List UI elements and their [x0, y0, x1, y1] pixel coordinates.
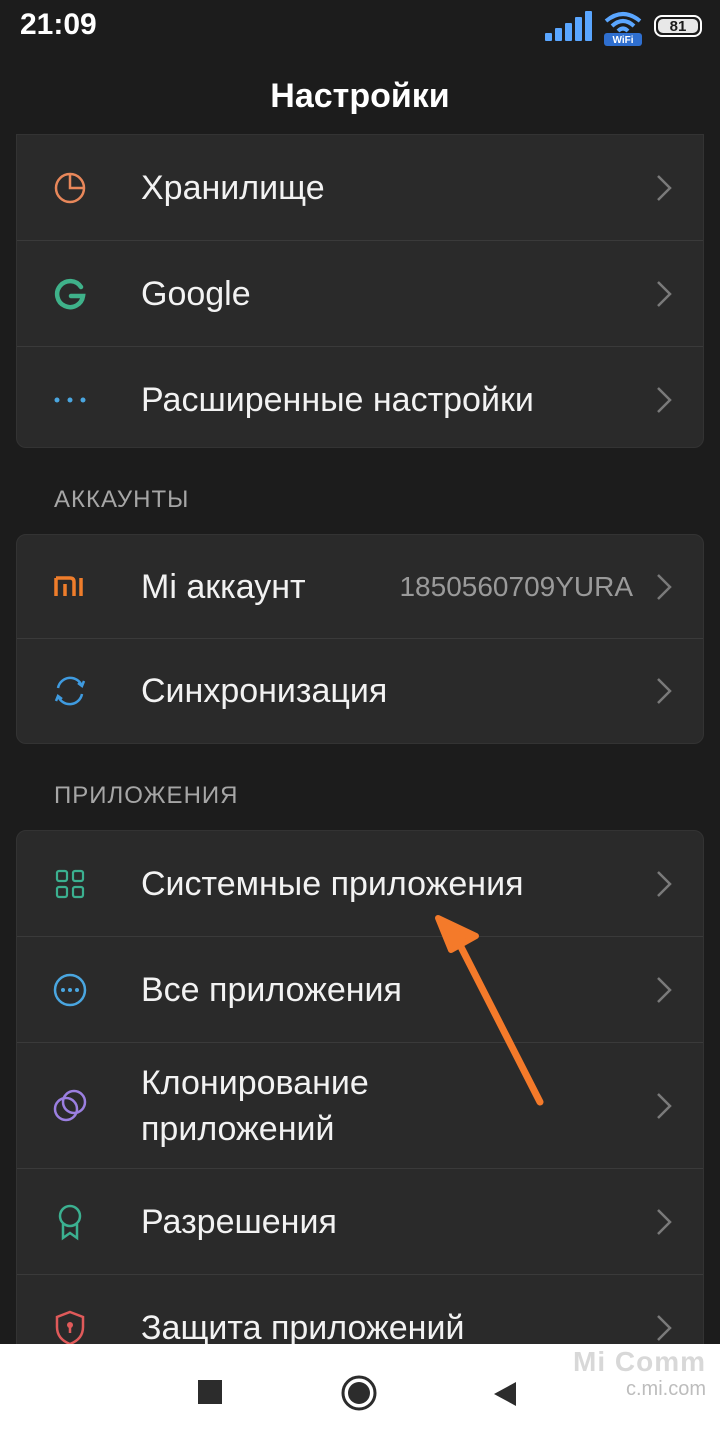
settings-item-system-apps[interactable]: Системные приложения — [17, 831, 703, 937]
clone-circles-icon — [51, 1087, 89, 1125]
watermark-line1: Mi Comm — [573, 1346, 706, 1377]
settings-card-accounts: Mi аккаунт 1850560709YURA Синхронизация — [16, 534, 704, 744]
shield-lock-icon — [51, 1309, 89, 1347]
settings-item-advanced[interactable]: Расширенные настройки — [17, 347, 703, 447]
watermark: Mi Comm c.mi.com — [573, 1346, 706, 1401]
section-title-apps: ПРИЛОЖЕНИЯ — [54, 782, 239, 809]
settings-item-label: Системные приложения — [141, 864, 524, 903]
wifi-icon: WiFi — [602, 7, 644, 46]
settings-item-label: Клонирование приложений — [141, 1060, 369, 1152]
wifi-label: WiFi — [612, 35, 633, 46]
settings-card-top: Хранилище Google Расширенные настройки — [16, 134, 704, 448]
navigation-bar: Mi Comm c.mi.com — [0, 1344, 720, 1440]
settings-item-label-line1: Клонирование — [141, 1063, 369, 1102]
signal-icon — [545, 11, 592, 41]
settings-item-sync[interactable]: Синхронизация — [17, 639, 703, 743]
settings-item-mi-account[interactable]: Mi аккаунт 1850560709YURA — [17, 535, 703, 639]
status-time: 21:09 — [20, 8, 97, 41]
storage-pie-icon — [51, 169, 89, 207]
sync-icon — [51, 672, 89, 710]
back-triangle-icon — [494, 1382, 516, 1406]
badge-ribbon-icon — [51, 1203, 89, 1241]
circle-dots-icon — [51, 971, 89, 1009]
settings-item-all-apps[interactable]: Все приложения — [17, 937, 703, 1043]
home-button[interactable] — [340, 1374, 378, 1417]
settings-item-label: Google — [141, 274, 251, 313]
settings-item-google[interactable]: Google — [17, 241, 703, 347]
account-id-value: 1850560709YURA — [399, 570, 633, 602]
battery-level: 81 — [669, 17, 687, 35]
chevron-right-icon — [657, 1092, 672, 1119]
watermark-line2: c.mi.com — [626, 1378, 706, 1400]
more-dots-icon — [51, 381, 89, 419]
page-title: Настройки — [270, 77, 450, 115]
google-g-icon — [51, 275, 89, 313]
settings-item-label: Хранилище — [141, 168, 325, 207]
chevron-right-icon — [657, 174, 672, 201]
chevron-right-icon — [657, 1315, 672, 1341]
chevron-right-icon — [657, 573, 672, 600]
settings-item-label: Расширенные настройки — [141, 381, 534, 419]
back-button[interactable] — [492, 1380, 518, 1413]
settings-item-label: Синхронизация — [141, 672, 388, 710]
settings-item-permissions[interactable]: Разрешения — [17, 1169, 703, 1275]
settings-card-apps: Системные приложения Все приложения Клон… — [16, 830, 704, 1370]
settings-item-dual-apps[interactable]: Клонирование приложений — [17, 1043, 703, 1169]
grid-apps-icon — [51, 865, 89, 903]
square-icon — [198, 1380, 222, 1404]
mi-logo-icon — [51, 568, 89, 606]
settings-item-label: Все приложения — [141, 970, 402, 1009]
settings-item-label: Mi аккаунт — [141, 567, 306, 606]
status-icons: WiFi 81 — [545, 6, 702, 46]
status-bar: 21:09 WiFi 81 — [0, 0, 720, 56]
battery-icon: 81 — [654, 15, 702, 37]
settings-item-label-line2: приложений — [141, 1109, 335, 1148]
settings-item-storage[interactable]: Хранилище — [17, 135, 703, 241]
chevron-right-icon — [657, 976, 672, 1003]
chevron-right-icon — [657, 387, 672, 413]
title-bar: Настройки — [0, 60, 720, 132]
section-title-accounts: АККАУНТЫ — [54, 486, 190, 513]
chevron-right-icon — [657, 678, 672, 704]
settings-item-label: Разрешения — [141, 1202, 337, 1241]
chevron-right-icon — [657, 280, 672, 307]
recents-button[interactable] — [198, 1380, 222, 1404]
chevron-right-icon — [657, 870, 672, 897]
chevron-right-icon — [657, 1208, 672, 1235]
home-circle-icon — [341, 1375, 377, 1411]
